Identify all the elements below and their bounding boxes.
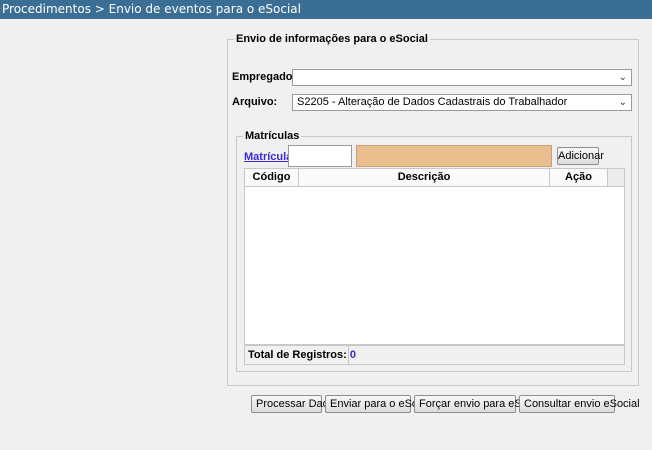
- column-codigo[interactable]: Código: [245, 169, 299, 186]
- arquivo-label: Arquivo:: [232, 96, 278, 108]
- empregador-select[interactable]: ⌄: [292, 69, 632, 86]
- processar-dados-button[interactable]: Processar Dados: [251, 395, 340, 413]
- chevron-down-icon: ⌄: [618, 97, 627, 108]
- arquivo-value: S2205 - Alteração de Dados Cadastrais do…: [297, 96, 568, 108]
- matriculas-table: Código Descrição Ação Total de Registros…: [244, 168, 625, 365]
- scrollbar-corner: [608, 169, 624, 186]
- forcar-envio-button[interactable]: Forçar envio para eSocial: [414, 395, 544, 413]
- envio-legend: Envio de informações para o eSocial: [234, 33, 430, 45]
- breadcrumb: Procedimentos > Envio de eventos para o …: [0, 0, 652, 19]
- adicionar-button[interactable]: Adicionar: [557, 147, 604, 165]
- matriculas-fieldset: Matrículas Matrícula: Adicionar Código D…: [236, 130, 632, 372]
- table-footer: Total de Registros: 0: [245, 344, 624, 364]
- chevron-down-icon: ⌄: [618, 72, 627, 83]
- footer-divider: [348, 346, 349, 364]
- column-acao[interactable]: Ação: [550, 169, 608, 186]
- total-label: Total de Registros:: [248, 349, 347, 361]
- matricula-input[interactable]: [288, 145, 352, 167]
- column-descricao[interactable]: Descrição: [299, 169, 550, 186]
- enviar-esocial-button[interactable]: Enviar para o eSocial: [325, 395, 435, 413]
- consultar-envio-button[interactable]: Consultar envio eSocial: [519, 395, 640, 413]
- matriculas-legend: Matrículas: [243, 130, 302, 142]
- table-header: Código Descrição Ação: [245, 169, 624, 187]
- arquivo-select[interactable]: S2205 - Alteração de Dados Cadastrais do…: [292, 94, 632, 111]
- envio-fieldset: Envio de informações para o eSocial Empr…: [227, 33, 639, 386]
- empregador-label: Empregador:: [232, 71, 301, 83]
- matricula-descricao-field: [356, 145, 552, 167]
- total-count: 0: [349, 349, 356, 361]
- total-registros: Total de Registros: 0: [248, 348, 356, 362]
